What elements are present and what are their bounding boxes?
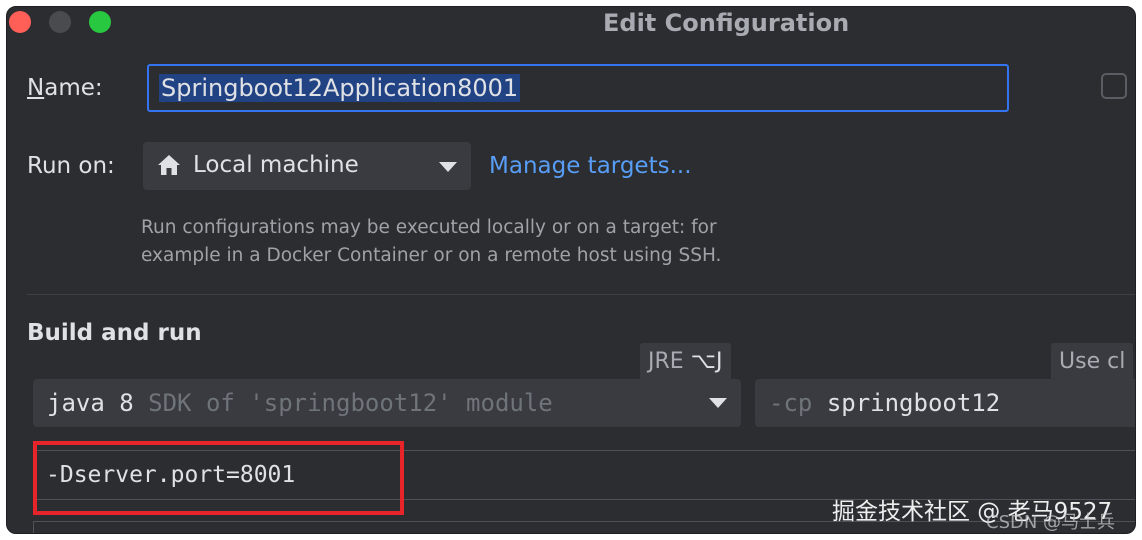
title-bar: Edit Configuration xyxy=(7,7,1135,37)
cp-flag: -cp xyxy=(769,389,813,417)
jre-hint-key: ⌥J xyxy=(690,349,723,374)
close-window-button[interactable] xyxy=(9,11,31,33)
red-highlight-annotation xyxy=(33,441,404,515)
help-line-2: example in a Docker Container or on a re… xyxy=(141,245,722,266)
run-on-label: Run on: xyxy=(27,153,115,179)
jre-hint-text: JRE xyxy=(648,349,684,374)
run-on-dropdown[interactable]: Local machine xyxy=(143,142,471,190)
sdk-java-version: java 8 xyxy=(47,389,134,417)
jre-shortcut-hint: JRE ⌥J xyxy=(640,343,731,383)
chevron-down-icon xyxy=(709,398,727,408)
store-as-project-file-checkbox[interactable] xyxy=(1101,73,1127,99)
help-line-1: Run configurations may be executed local… xyxy=(141,217,717,238)
name-label-mnemonic: N xyxy=(27,75,45,101)
name-input[interactable]: Springboot12Application8001 xyxy=(147,64,1009,112)
name-label: Name: xyxy=(27,75,103,101)
section-divider xyxy=(27,294,1135,295)
build-and-run-title: Build and run xyxy=(27,320,202,346)
maximize-window-button[interactable] xyxy=(89,11,111,33)
name-input-value: Springboot12Application8001 xyxy=(159,74,521,102)
jre-sdk-dropdown[interactable]: java 8 SDK of 'springboot12' module xyxy=(33,379,741,427)
run-on-value: Local machine xyxy=(193,152,359,178)
classpath-module-field[interactable]: -cp springboot12 xyxy=(755,379,1135,427)
minimize-window-button[interactable] xyxy=(49,11,71,33)
cp-module-value: springboot12 xyxy=(826,389,1001,417)
name-label-text: ame: xyxy=(44,75,103,101)
watermark-sub: CSDN @马士兵 xyxy=(986,512,1116,533)
window-title: Edit Configuration xyxy=(603,9,850,37)
home-icon xyxy=(158,155,180,175)
use-classpath-hint: Use cl xyxy=(1051,343,1134,383)
sdk-detail: SDK of 'springboot12' module xyxy=(148,389,553,417)
manage-targets-link[interactable]: Manage targets... xyxy=(489,153,692,179)
run-on-help-text: Run configurations may be executed local… xyxy=(141,214,721,270)
chevron-down-icon xyxy=(439,162,457,172)
